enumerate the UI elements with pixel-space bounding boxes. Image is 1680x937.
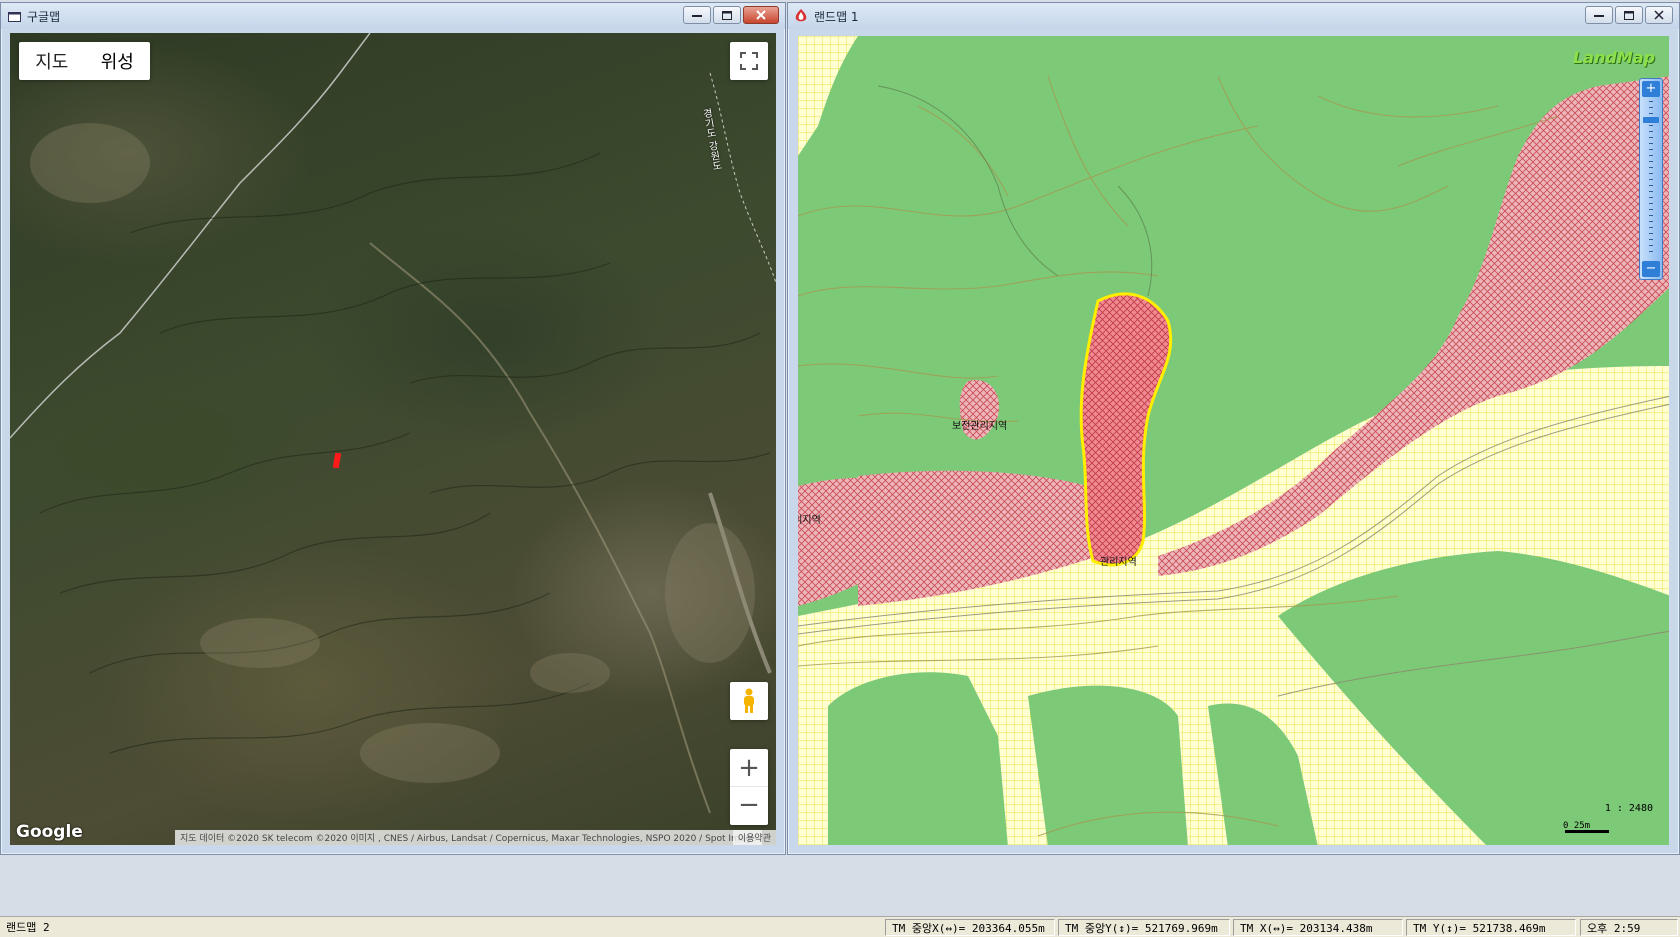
map-type-satellite-button[interactable]: 위성 xyxy=(85,48,151,74)
zoom-out-button[interactable]: − xyxy=(730,787,768,824)
landmap-window[interactable]: 랜드맵 1 보전관리지역 지역 관리지역 LandMap + − 1: 248… xyxy=(787,2,1680,855)
status-clock: 오후 2:59 xyxy=(1580,919,1678,936)
zoning-map[interactable]: 보전관리지역 관리지역 관리지역 LandMap + − 1 : 2480 0 … xyxy=(798,36,1669,845)
zoom-slider-thumb[interactable] xyxy=(1643,117,1659,123)
pegman-icon xyxy=(744,688,754,713)
minimize-button[interactable] xyxy=(683,6,711,24)
terms-link[interactable]: 이용약관 xyxy=(732,830,776,845)
scale-bar: 1 : 2480 0 25m xyxy=(1563,803,1653,833)
zoom-in-button[interactable]: + xyxy=(730,750,768,787)
status-tm-center-x: TM 중앙X(↔)= 203364.055m xyxy=(885,919,1055,936)
status-tm-center-y: TM 중앙Y(↕)= 521769.969m xyxy=(1058,919,1230,936)
satellite-imagery[interactable]: 경기도 강원도 xyxy=(10,33,776,845)
map-type-map-button[interactable]: 지도 xyxy=(19,48,85,74)
fullscreen-icon xyxy=(740,52,758,70)
map-attribution: 지도 데이터 ©2020 SK telecom ©2020 이미지 , CNES… xyxy=(175,830,762,845)
zone-label-conservation: 보전관리지역 xyxy=(952,421,1008,432)
landmap-app-icon xyxy=(794,9,808,23)
scale-line xyxy=(1565,830,1609,833)
zone-label-management-2: 관리지역 xyxy=(1100,557,1137,568)
google-map-canvas[interactable]: 경기도 강원도 지도 위성 + − Google 지도 데이터 ©2020 SK… xyxy=(10,33,776,845)
zoom-control[interactable]: + − xyxy=(730,749,768,825)
minimize-button[interactable] xyxy=(1585,6,1613,24)
google-logo: Google xyxy=(16,822,83,842)
status-tm-x: TM X(↔)= 203134.438m xyxy=(1233,919,1403,936)
window-icon xyxy=(7,9,21,23)
zoom-slider[interactable]: + − xyxy=(1639,78,1663,280)
window-title: 구글맵 xyxy=(27,9,61,24)
zoom-out-button[interactable]: − xyxy=(1642,261,1660,277)
landmap-canvas[interactable]: 보전관리지역 관리지역 관리지역 LandMap + − 1 : 2480 0 … xyxy=(798,36,1669,845)
close-button[interactable] xyxy=(1645,6,1673,24)
pegman-button[interactable] xyxy=(730,682,768,720)
status-bar: 랜드맵 2 TM 중앙X(↔)= 203364.055m TM 중앙Y(↕)= … xyxy=(0,916,1680,937)
scale-ratio: 1 : 2480 xyxy=(1604,803,1653,814)
google-map-titlebar[interactable]: 구글맵 xyxy=(1,3,785,29)
status-tm-y: TM Y(↕)= 521738.469m xyxy=(1406,919,1576,936)
status-app-name: 랜드맵 2 xyxy=(6,921,50,934)
google-map-window[interactable]: 구글맵 경기도 강원도 지도 위성 + − Google 지도 데이터 ©202… xyxy=(0,2,786,855)
maximize-button[interactable] xyxy=(1615,6,1643,24)
window-title: 랜드맵 1 xyxy=(814,9,859,24)
close-button[interactable] xyxy=(743,6,779,24)
zoom-ticks xyxy=(1649,101,1653,257)
map-type-control[interactable]: 지도 위성 xyxy=(19,42,150,80)
zone-label-management: 관리지역 xyxy=(798,515,821,526)
fullscreen-button[interactable] xyxy=(730,42,768,80)
landmap-titlebar[interactable]: 랜드맵 1 xyxy=(788,3,1679,29)
landmap-logo: LandMap xyxy=(1572,48,1655,67)
maximize-button[interactable] xyxy=(713,6,741,24)
zoom-in-button[interactable]: + xyxy=(1642,81,1660,97)
